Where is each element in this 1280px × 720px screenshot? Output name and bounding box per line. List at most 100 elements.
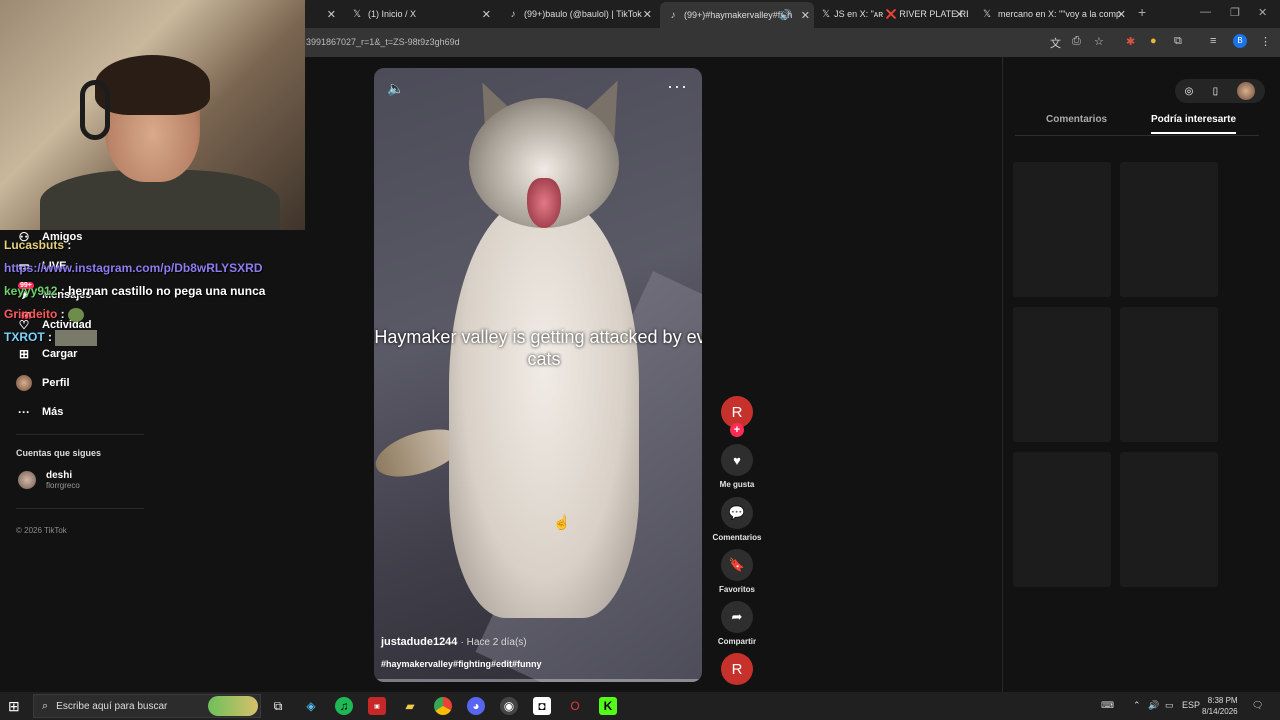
audio-playing-icon[interactable]: 🔊 <box>780 10 792 21</box>
stream-app-icon[interactable]: ▣ <box>368 697 386 715</box>
close-window-icon[interactable]: ✕ <box>1258 6 1267 19</box>
tab-4[interactable]: 𝕏 JS en X: "ᴀʀ ❌ RIVER PLATE RE ✕ <box>822 4 968 24</box>
follow-plus-icon[interactable]: + <box>730 423 744 437</box>
share-action[interactable]: ➦ Compartir <box>708 601 766 646</box>
app-icon[interactable]: ◘ <box>533 697 551 715</box>
copilot-icon[interactable]: ◈ <box>302 697 320 715</box>
sidebar-divider <box>16 508 144 509</box>
tab-1[interactable]: 𝕏 (1) Inicio / X ✕ <box>350 4 495 24</box>
sound-avatar[interactable]: R <box>721 653 753 685</box>
video-hashtags[interactable]: #haymakervalley#fighting#edit#funny <box>381 659 542 669</box>
top-controls: ◎ ▯ <box>1175 79 1265 103</box>
favorites-label: Favoritos <box>718 585 755 594</box>
cat-body <box>449 198 639 618</box>
spotify-icon[interactable]: ♫ <box>335 697 353 715</box>
file-explorer-icon[interactable]: ▰ <box>401 697 419 715</box>
close-icon[interactable]: ✕ <box>482 8 491 21</box>
chat-user: keyyy912 <box>4 284 58 298</box>
taskbar-search[interactable]: ⌕ Escribe aquí para buscar <box>33 694 261 718</box>
suggested-video-thumb[interactable] <box>1120 162 1218 297</box>
profile-avatar[interactable]: B <box>1233 34 1247 48</box>
stream-chat: Lucasbuts : https://www.instagram.com/p/… <box>4 234 265 349</box>
notifications-icon[interactable]: 🗨 <box>1252 700 1263 711</box>
share-arrow-icon[interactable]: ➦ <box>721 601 753 633</box>
minimize-icon[interactable]: — <box>1200 6 1211 18</box>
install-app-icon[interactable]: ⎙ <box>1072 35 1081 48</box>
chat-message: TXROT : <box>4 326 265 349</box>
tab-0[interactable]: ✕ <box>310 4 340 24</box>
opera-icon[interactable]: O <box>566 697 584 715</box>
suggested-video-thumb[interactable] <box>1013 162 1111 297</box>
translate-icon[interactable]: 文 <box>1050 35 1061 51</box>
panel-tabs: Comentarios Podría interesarte <box>1015 114 1259 136</box>
restore-icon[interactable]: ❐ <box>1230 6 1240 19</box>
volume-icon[interactable]: 🔈 <box>387 80 404 97</box>
tab-2[interactable]: ♪ (99+)baulo (@baulol) | TikTok ✕ <box>506 4 656 24</box>
sidebar-item-label: Perfil <box>42 377 70 389</box>
comment-icon[interactable]: 💬 <box>721 497 753 529</box>
compass-icon[interactable]: ◎ <box>1185 86 1194 97</box>
kick-icon[interactable]: K <box>599 697 617 715</box>
obs-icon[interactable]: ◉ <box>500 697 518 715</box>
suggested-video-thumb[interactable] <box>1013 452 1111 587</box>
tab-title: mercano en X: ""voy a la comp <box>998 9 1121 19</box>
close-icon[interactable]: ✕ <box>1117 8 1126 21</box>
bookmark-icon[interactable]: 🔖 <box>721 549 753 581</box>
share-label: Compartir <box>717 637 757 646</box>
tab-title: (1) Inicio / X <box>368 9 417 19</box>
extensions-puzzle-icon[interactable]: ⧉ <box>1174 35 1182 48</box>
extension-icon[interactable]: ● <box>1150 35 1157 47</box>
tray-chevron-icon[interactable]: ⌃ <box>1133 700 1141 711</box>
chat-user: Lucasbuts <box>4 238 65 252</box>
media-control-icon[interactable]: ≡ <box>1210 35 1216 47</box>
discord-icon[interactable]: ◕ <box>467 697 485 715</box>
cat-mouth <box>527 178 561 228</box>
sidebar-item-mas[interactable]: ··· Más <box>16 404 63 420</box>
volume-tray-icon[interactable]: 🔊 <box>1148 700 1159 711</box>
windows-start-icon[interactable]: ⊞ <box>8 698 20 715</box>
chat-text[interactable]: https://www.instagram.com/p/Db8wRLYSXRD <box>4 261 262 275</box>
tab-podria-interesarte[interactable]: Podría interesarte <box>1151 114 1237 134</box>
extension-icon[interactable]: ✱ <box>1126 35 1135 48</box>
close-icon[interactable]: ✕ <box>801 9 810 22</box>
video-author[interactable]: justadude1244 · Hace 2 día(s) <box>381 636 527 648</box>
author-name[interactable]: justadude1244 <box>381 636 457 648</box>
menu-icon[interactable]: ⋮ <box>1260 35 1271 48</box>
sound-avatar-button[interactable]: R <box>708 653 766 685</box>
emote-icon <box>55 329 98 346</box>
language-indicator[interactable]: ESP <box>1182 700 1200 710</box>
tab-5[interactable]: 𝕏 mercano en X: ""voy a la comp ✕ <box>980 4 1130 24</box>
profile-avatar[interactable] <box>1237 82 1256 100</box>
url-field[interactable]: 3991867027_r=1&_t=ZS-98t9z3gh69d <box>306 37 460 47</box>
device-icon[interactable]: ▯ <box>1213 86 1219 97</box>
bookmark-star-icon[interactable]: ☆ <box>1094 35 1104 48</box>
tab-title: (99+)baulo (@baulol) | TikTok <box>524 9 642 19</box>
suggested-video-thumb[interactable] <box>1120 452 1218 587</box>
like-action[interactable]: ♥ Me gusta <box>708 444 766 489</box>
close-icon[interactable]: ✕ <box>955 8 964 21</box>
close-icon[interactable]: ✕ <box>643 8 652 21</box>
post-time: · Hace 2 día(s) <box>460 637 527 648</box>
sidebar-item-perfil[interactable]: Perfil <box>16 375 70 391</box>
taskbar-clock[interactable]: 8:38 PM 8/14/2026 <box>1202 695 1238 717</box>
like-label: Me gusta <box>719 480 755 489</box>
suggested-video-thumb[interactable] <box>1013 307 1111 442</box>
close-icon[interactable]: ✕ <box>327 8 336 21</box>
heart-icon[interactable]: ♥ <box>721 444 753 476</box>
keyboard-icon[interactable]: ⌨ <box>1101 700 1114 711</box>
suggested-video-thumb[interactable] <box>1120 307 1218 442</box>
comments-action[interactable]: 💬 Comentarios <box>708 497 766 542</box>
network-icon[interactable]: ▭ <box>1165 700 1174 711</box>
following-account[interactable]: deshi florrgreco <box>18 470 80 490</box>
more-options-icon[interactable]: ··· <box>667 76 688 97</box>
chrome-icon[interactable] <box>434 697 452 715</box>
tab-3-active[interactable]: ♪ (99+)#haymakervalley#figh 🔊 ✕ <box>660 2 814 28</box>
following-name: deshi <box>46 470 73 481</box>
task-view-icon[interactable]: ⧉ <box>269 697 287 715</box>
favorites-action[interactable]: 🔖 Favoritos <box>708 549 766 594</box>
new-tab-icon[interactable]: + <box>1138 4 1146 20</box>
video-player[interactable]: Haymaker valley is getting attacked by e… <box>374 68 702 682</box>
video-progress-bar[interactable] <box>374 679 702 682</box>
creator-avatar-button[interactable]: R + <box>708 396 766 437</box>
tab-comentarios[interactable]: Comentarios <box>1046 114 1107 125</box>
